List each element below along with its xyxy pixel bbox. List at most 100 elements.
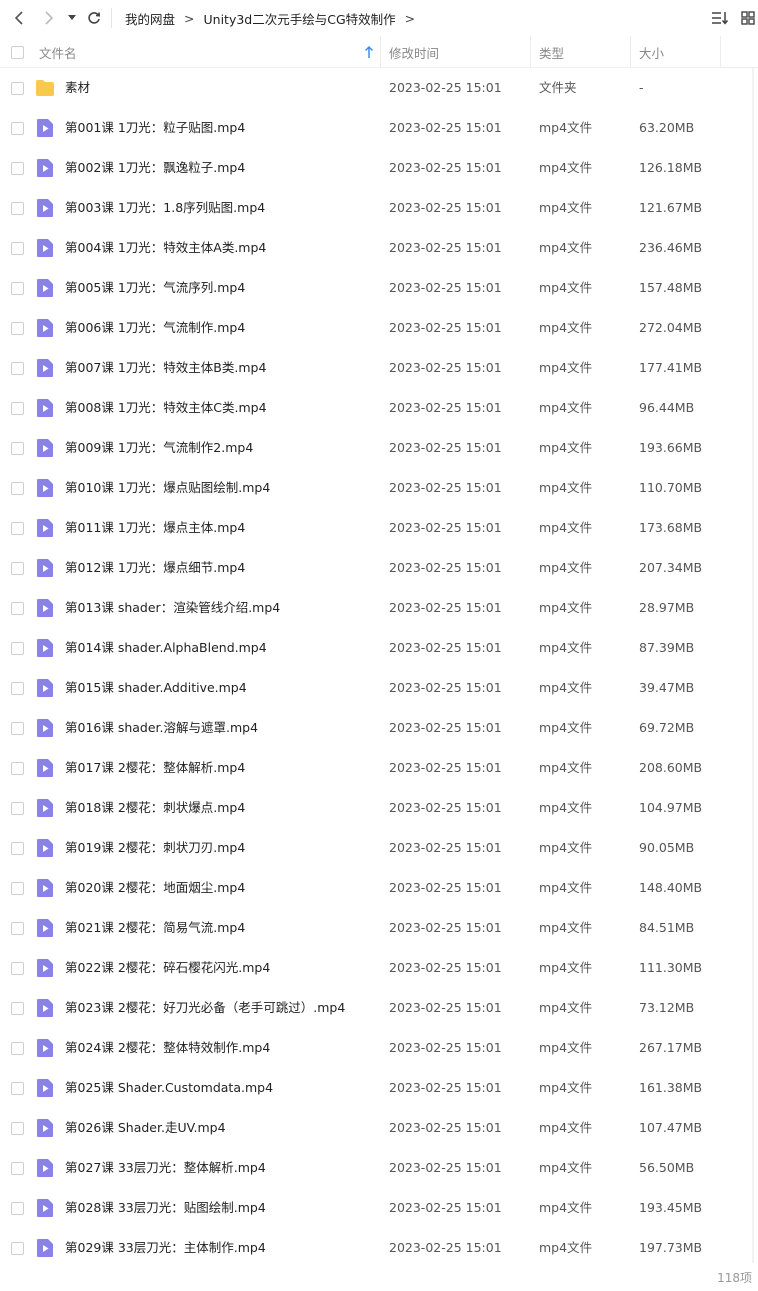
file-name[interactable]: 第023课 2樱花：好刀光必备（老手可跳过）.mp4 [65,988,345,1028]
forward-button[interactable] [36,6,60,30]
column-header-type[interactable]: 类型 [539,36,629,68]
file-row[interactable]: 第027课 33层刀光：整体解析.mp4 2023-02-25 15:01 mp4文… [0,1148,758,1188]
file-name[interactable]: 第019课 2樱花：刺状刀刃.mp4 [65,828,245,868]
row-checkbox[interactable] [11,642,24,655]
row-checkbox[interactable] [11,282,24,295]
file-name[interactable]: 第005课 1刀光：气流序列.mp4 [65,268,245,308]
file-row[interactable]: 第002课 1刀光：飘逸粒子.mp4 2023-02-25 15:01 mp4文件 1… [0,148,758,188]
grid-view-button[interactable] [736,6,758,30]
file-name[interactable]: 第028课 33层刀光：贴图绘制.mp4 [65,1188,266,1228]
file-row[interactable]: 第016课 shader.溶解与遮罩.mp4 2023-02-25 15:01 mp… [0,708,758,748]
row-checkbox[interactable] [11,1162,24,1175]
file-name[interactable]: 第017课 2樱花：整体解析.mp4 [65,748,245,788]
row-checkbox[interactable] [11,1202,24,1215]
row-checkbox[interactable] [11,922,24,935]
scrollbar[interactable] [752,68,754,1263]
file-name[interactable]: 第014课 shader.AlphaBlend.mp4 [65,628,267,668]
row-checkbox[interactable] [11,562,24,575]
file-name[interactable]: 第021课 2樱花：简易气流.mp4 [65,908,245,948]
file-row[interactable]: 第001课 1刀光：粒子贴图.mp4 2023-02-25 15:01 mp4文件 6… [0,108,758,148]
file-row[interactable]: 第017课 2樱花：整体解析.mp4 2023-02-25 15:01 mp4文件 2… [0,748,758,788]
file-row[interactable]: 第025课 Shader.Customdata.mp4 2023-02-25 15… [0,1068,758,1108]
breadcrumb-item-current[interactable]: Unity3d二次元手绘与CG特效制作 [204,9,396,28]
row-checkbox[interactable] [11,842,24,855]
row-checkbox[interactable] [11,482,24,495]
file-name[interactable]: 第011课 1刀光：爆点主体.mp4 [65,508,245,548]
row-checkbox[interactable] [11,762,24,775]
breadcrumb-item-root[interactable]: 我的网盘 [125,9,175,28]
file-row[interactable]: 第013课 shader：渲染管线介绍.mp4 2023-02-25 15:01 m… [0,588,758,628]
row-checkbox[interactable] [11,442,24,455]
file-row[interactable]: 第004课 1刀光：特效主体A类.mp4 2023-02-25 15:01 mp4文… [0,228,758,268]
row-checkbox[interactable] [11,1122,24,1135]
file-name[interactable]: 第001课 1刀光：粒子贴图.mp4 [65,108,245,148]
row-checkbox[interactable] [11,82,24,95]
history-dropdown-button[interactable] [62,6,82,30]
column-divider[interactable] [380,36,381,68]
sort-button[interactable] [708,6,732,30]
file-row[interactable]: 第011课 1刀光：爆点主体.mp4 2023-02-25 15:01 mp4文件 1… [0,508,758,548]
row-checkbox[interactable] [11,722,24,735]
file-name[interactable]: 第008课 1刀光：特效主体C类.mp4 [65,388,267,428]
row-checkbox[interactable] [11,402,24,415]
file-row[interactable]: 第005课 1刀光：气流序列.mp4 2023-02-25 15:01 mp4文件 1… [0,268,758,308]
file-name[interactable]: 第007课 1刀光：特效主体B类.mp4 [65,348,266,388]
file-row[interactable]: 第014课 shader.AlphaBlend.mp4 2023-02-25 15… [0,628,758,668]
file-row[interactable]: 第008课 1刀光：特效主体C类.mp4 2023-02-25 15:01 mp4文… [0,388,758,428]
file-name[interactable]: 第025课 Shader.Customdata.mp4 [65,1068,273,1108]
select-all-checkbox[interactable] [11,46,24,59]
file-name[interactable]: 第026课 Shader.走UV.mp4 [65,1108,226,1148]
column-header-size[interactable]: 大小 [639,36,719,68]
file-row[interactable]: 第018课 2樱花：刺状爆点.mp4 2023-02-25 15:01 mp4文件 1… [0,788,758,828]
file-row[interactable]: 第021课 2樱花：简易气流.mp4 2023-02-25 15:01 mp4文件 8… [0,908,758,948]
row-checkbox[interactable] [11,1242,24,1255]
row-checkbox[interactable] [11,522,24,535]
row-checkbox[interactable] [11,1082,24,1095]
file-row[interactable]: 第023课 2樱花：好刀光必备（老手可跳过）.mp4 2023-02-25 15:… [0,988,758,1028]
row-checkbox[interactable] [11,602,24,615]
file-row[interactable]: 第026课 Shader.走UV.mp4 2023-02-25 15:01 mp4文… [0,1108,758,1148]
column-header-mtime[interactable]: 修改时间 [389,36,529,68]
row-checkbox[interactable] [11,322,24,335]
column-divider[interactable] [530,36,531,68]
file-row[interactable]: 第024课 2樱花：整体特效制作.mp4 2023-02-25 15:01 mp4文… [0,1028,758,1068]
file-name[interactable]: 第004课 1刀光：特效主体A类.mp4 [65,228,266,268]
row-checkbox[interactable] [11,362,24,375]
row-checkbox[interactable] [11,962,24,975]
file-name[interactable]: 第006课 1刀光：气流制作.mp4 [65,308,245,348]
row-checkbox[interactable] [11,162,24,175]
file-name[interactable]: 第027课 33层刀光：整体解析.mp4 [65,1148,266,1188]
refresh-button[interactable] [82,6,106,30]
file-row[interactable]: 第022课 2樱花：碎石樱花闪光.mp4 2023-02-25 15:01 mp4文… [0,948,758,988]
file-row[interactable]: 第029课 33层刀光：主体制作.mp4 2023-02-25 15:01 mp4文… [0,1228,758,1268]
file-row[interactable]: 第028课 33层刀光：贴图绘制.mp4 2023-02-25 15:01 mp4文… [0,1188,758,1228]
file-name[interactable]: 第022课 2樱花：碎石樱花闪光.mp4 [65,948,270,988]
column-header-name[interactable]: 文件名 [39,36,379,68]
file-row[interactable]: 第003课 1刀光：1.8序列贴图.mp4 2023-02-25 15:01 mp4… [0,188,758,228]
file-name[interactable]: 素材 [65,68,90,108]
file-name[interactable]: 第018课 2樱花：刺状爆点.mp4 [65,788,245,828]
file-row[interactable]: 第012课 1刀光：爆点细节.mp4 2023-02-25 15:01 mp4文件 2… [0,548,758,588]
file-row[interactable]: 第020课 2樱花：地面烟尘.mp4 2023-02-25 15:01 mp4文件 1… [0,868,758,908]
file-name[interactable]: 第003课 1刀光：1.8序列贴图.mp4 [65,188,265,228]
row-checkbox[interactable] [11,202,24,215]
row-checkbox[interactable] [11,1002,24,1015]
row-checkbox[interactable] [11,682,24,695]
file-row[interactable]: 素材 2023-02-25 15:01 文件夹 - [0,68,758,108]
sort-ascending-icon[interactable] [364,45,374,59]
row-checkbox[interactable] [11,882,24,895]
column-divider[interactable] [630,36,631,68]
file-name[interactable]: 第029课 33层刀光：主体制作.mp4 [65,1228,266,1268]
file-name[interactable]: 第012课 1刀光：爆点细节.mp4 [65,548,245,588]
row-checkbox[interactable] [11,802,24,815]
row-checkbox[interactable] [11,242,24,255]
file-name[interactable]: 第010课 1刀光：爆点贴图绘制.mp4 [65,468,270,508]
file-name[interactable]: 第020课 2樱花：地面烟尘.mp4 [65,868,245,908]
file-name[interactable]: 第016课 shader.溶解与遮罩.mp4 [65,708,258,748]
back-button[interactable] [8,6,32,30]
row-checkbox[interactable] [11,122,24,135]
file-name[interactable]: 第002课 1刀光：飘逸粒子.mp4 [65,148,245,188]
file-row[interactable]: 第010课 1刀光：爆点贴图绘制.mp4 2023-02-25 15:01 mp4文… [0,468,758,508]
file-name[interactable]: 第024课 2樱花：整体特效制作.mp4 [65,1028,270,1068]
file-row[interactable]: 第007课 1刀光：特效主体B类.mp4 2023-02-25 15:01 mp4文… [0,348,758,388]
